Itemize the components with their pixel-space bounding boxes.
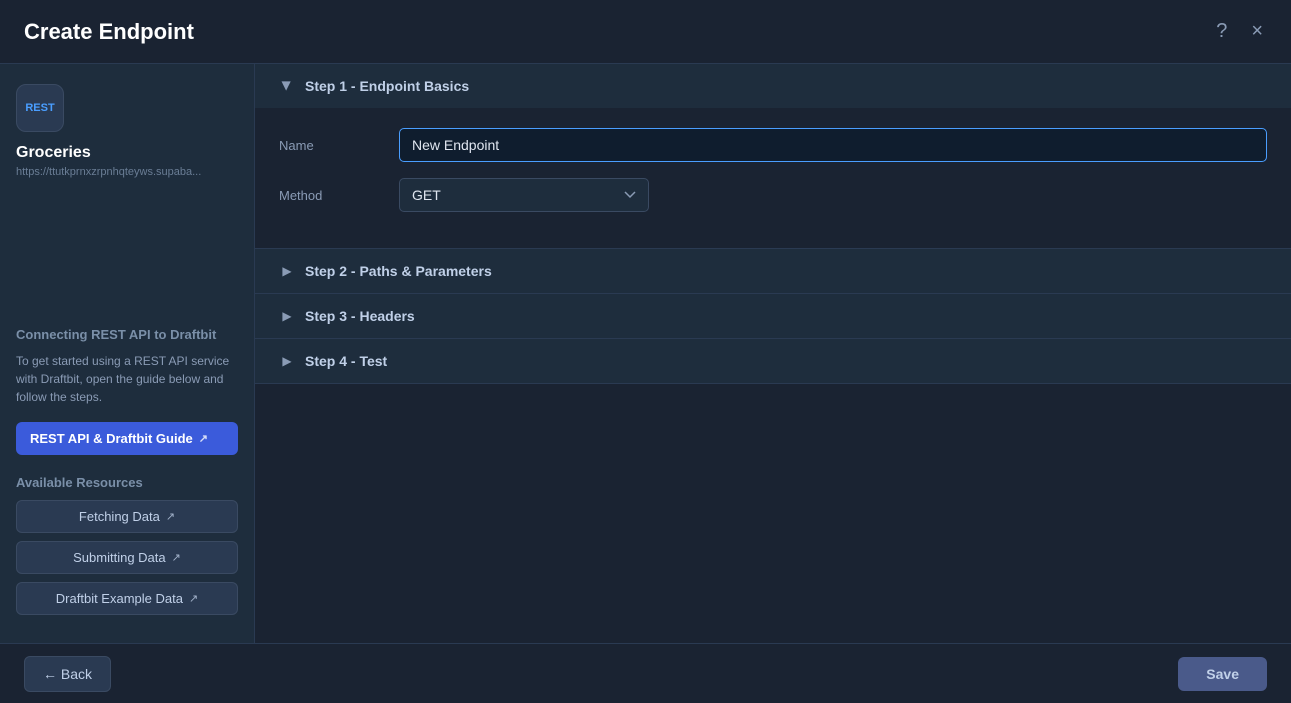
ext-link-icon-3: ↗ (189, 592, 198, 605)
guide-button-label: REST API & Draftbit Guide (30, 431, 193, 446)
save-label: Save (1206, 666, 1239, 682)
app-url: https://ttutkprnxzrpnhqteyws.supaba... (16, 166, 238, 178)
resource-fetching-data[interactable]: Fetching Data ↗ (16, 500, 238, 533)
step1-header[interactable]: ▶ Step 1 - Endpoint Basics (255, 64, 1291, 108)
step1-title: Step 1 - Endpoint Basics (305, 78, 469, 94)
back-button[interactable]: ← Back (24, 656, 111, 692)
help-icon: ? (1216, 20, 1227, 43)
step2-section: ▶ Step 2 - Paths & Parameters (255, 249, 1291, 294)
step1-chevron: ▶ (279, 78, 295, 94)
footer: ← Back Save (0, 643, 1291, 703)
step1-section: ▶ Step 1 - Endpoint Basics Name Method G… (255, 64, 1291, 249)
main-layout: REST Groceries https://ttutkprnxzrpnhqte… (0, 64, 1291, 643)
back-label: ← Back (43, 666, 92, 682)
step4-chevron: ▶ (279, 353, 295, 369)
ext-link-icon-1: ↗ (166, 510, 175, 523)
save-button[interactable]: Save (1178, 657, 1267, 691)
method-select[interactable]: GET POST PUT PATCH DELETE (399, 178, 649, 212)
step2-chevron: ▶ (279, 263, 295, 279)
resource-fetching-label: Fetching Data (79, 509, 160, 524)
resource-submitting-label: Submitting Data (73, 550, 166, 565)
step4-section: ▶ Step 4 - Test (255, 339, 1291, 384)
app-logo: REST (16, 84, 64, 132)
header-actions: ? × (1212, 16, 1267, 47)
resource-submitting-data[interactable]: Submitting Data ↗ (16, 541, 238, 574)
guide-description: To get started using a REST API service … (16, 352, 238, 406)
step3-chevron: ▶ (279, 308, 295, 324)
resource-example-label: Draftbit Example Data (56, 591, 183, 606)
sidebar: REST Groceries https://ttutkprnxzrpnhqte… (0, 64, 255, 643)
step4-title: Step 4 - Test (305, 353, 387, 369)
dialog-header: Create Endpoint ? × (0, 0, 1291, 64)
step4-header[interactable]: ▶ Step 4 - Test (255, 339, 1291, 383)
step3-header[interactable]: ▶ Step 3 - Headers (255, 294, 1291, 338)
method-label: Method (279, 188, 399, 203)
help-button[interactable]: ? (1212, 16, 1231, 47)
dialog-title: Create Endpoint (24, 19, 194, 45)
name-row: Name (279, 128, 1267, 162)
guide-section-title: Connecting REST API to Draftbit (16, 327, 238, 342)
step2-header[interactable]: ▶ Step 2 - Paths & Parameters (255, 249, 1291, 293)
name-label: Name (279, 138, 399, 153)
content-area: ▶ Step 1 - Endpoint Basics Name Method G… (255, 64, 1291, 643)
name-input[interactable] (399, 128, 1267, 162)
resource-example-data[interactable]: Draftbit Example Data ↗ (16, 582, 238, 615)
method-row: Method GET POST PUT PATCH DELETE (279, 178, 1267, 212)
external-link-icon: ↗ (199, 432, 208, 445)
step1-content: Name Method GET POST PUT PATCH DELETE (255, 108, 1291, 248)
resources-title: Available Resources (16, 475, 238, 490)
rest-guide-button[interactable]: REST API & Draftbit Guide ↗ (16, 422, 238, 455)
app-name: Groceries (16, 144, 238, 162)
ext-link-icon-2: ↗ (172, 551, 181, 564)
step3-title: Step 3 - Headers (305, 308, 415, 324)
step2-title: Step 2 - Paths & Parameters (305, 263, 492, 279)
close-icon: × (1251, 20, 1263, 43)
close-button[interactable]: × (1247, 16, 1267, 47)
step3-section: ▶ Step 3 - Headers (255, 294, 1291, 339)
